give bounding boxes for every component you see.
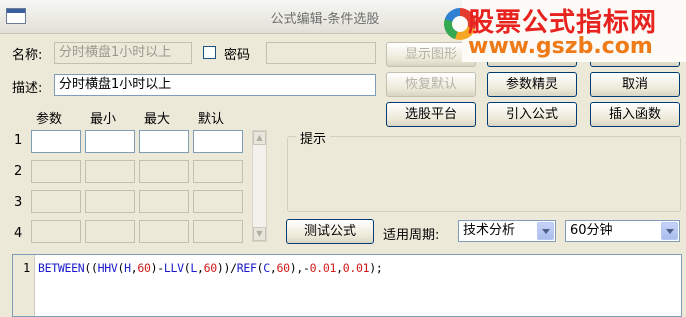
param-cell[interactable] [193,190,243,213]
password-field[interactable] [266,42,376,64]
code-token: ); [369,261,383,275]
param-cell[interactable] [31,160,81,183]
code-token: 0.01 [342,261,370,275]
test-formula-button[interactable]: 测试公式 [286,219,374,244]
param-header-min: 最小 [90,112,117,127]
code-token: 60 [203,261,218,275]
period-label: 适用周期: [383,228,440,243]
scroll-down-icon[interactable]: ▼ [253,227,266,241]
param-header-name: 参数 [36,112,63,127]
param-row-number: 3 [14,195,23,210]
line-number: 1 [23,261,31,275]
code-token: ))/ [216,261,237,275]
code-token: 60 [276,261,291,275]
code-token: 60 [137,261,151,275]
code-token: L [190,261,197,275]
analysis-type-select[interactable]: 技术分析 [458,220,556,242]
window-icon[interactable] [6,8,26,24]
param-cell[interactable] [85,130,135,153]
code-token: (( [84,261,98,275]
watermark: 股票公式指标网 www.gszb.com [444,0,686,62]
code-token: BETWEEN [38,261,85,275]
code-token: , [336,261,343,275]
param-cell[interactable] [85,220,135,243]
param-row-number: 4 [14,226,23,241]
desc-label: 描述: [12,81,43,96]
restore-default-button[interactable]: 恢复默认 [386,72,476,97]
stock-platform-button[interactable]: 选股平台 [386,102,476,127]
param-cell[interactable] [85,190,135,213]
scroll-up-icon[interactable]: ▲ [253,131,266,145]
watermark-url: www.gszb.com [468,34,653,59]
formula-editor[interactable]: 1 BETWEEN((HHV(H,60)-LLV(L,60))/REF(C,60… [12,254,682,317]
analysis-type-value: 技术分析 [463,223,516,238]
param-cell[interactable] [139,160,189,183]
code-token: , [197,261,204,275]
code-token: LLV [163,261,184,275]
code-token: REF [236,261,257,275]
name-label: 名称: [12,48,43,63]
password-label: 密码 [224,48,251,63]
param-wizard-button[interactable]: 参数精灵 [487,72,577,97]
password-checkbox[interactable] [203,46,216,59]
chevron-down-icon[interactable] [537,222,554,240]
insert-function-button[interactable]: 插入函数 [590,102,680,127]
hint-title: 提示 [296,128,331,147]
code-line[interactable]: BETWEEN((HHV(H,60)-LLV(L,60))/REF(C,60),… [38,261,383,275]
timeframe-value: 60分钟 [570,223,613,238]
timeframe-select[interactable]: 60分钟 [565,220,680,242]
code-token: HHV [97,261,118,275]
cancel-button[interactable]: 取消 [590,72,680,97]
code-token: C [263,261,270,275]
param-cell[interactable] [31,190,81,213]
hint-groupbox [287,136,681,212]
import-formula-button[interactable]: 引入公式 [487,102,577,127]
param-cell[interactable] [193,220,243,243]
code-token: )- [150,261,165,275]
param-cell[interactable] [193,130,243,153]
desc-field[interactable]: 分时横盘1小时以上 [54,74,376,96]
param-cell[interactable] [139,220,189,243]
code-token: 0.01 [309,261,337,275]
chevron-down-icon[interactable] [661,222,678,240]
window-title: 公式编辑-条件选股 [270,12,380,27]
param-header-default: 默认 [198,112,225,127]
param-row-number: 1 [14,133,23,148]
param-cell[interactable] [31,220,81,243]
param-cell[interactable] [193,160,243,183]
param-cell[interactable] [139,130,189,153]
code-token: , [269,261,277,275]
param-row-number: 2 [14,164,23,179]
code-token: ),- [289,261,310,275]
param-scrollbar[interactable]: ▲ ▼ [252,130,267,242]
code-token: H [124,261,131,275]
param-cell[interactable] [31,130,81,153]
editor-gutter: 1 [13,255,35,316]
name-field[interactable]: 分时横盘1小时以上 [54,42,192,64]
param-cell[interactable] [85,160,135,183]
param-cell[interactable] [139,190,189,213]
param-header-max: 最大 [144,112,171,127]
